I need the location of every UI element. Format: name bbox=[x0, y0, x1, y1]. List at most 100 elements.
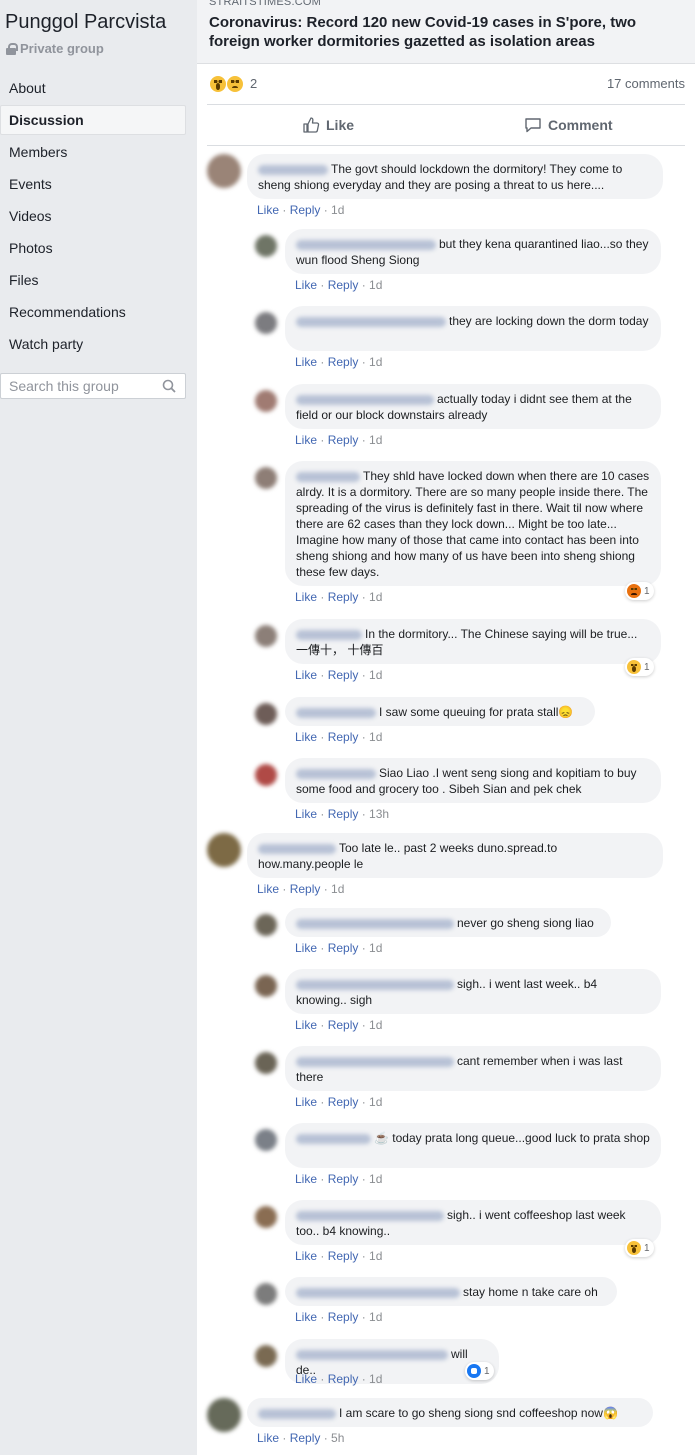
nav-videos[interactable]: Videos bbox=[0, 201, 186, 231]
commenter-name[interactable] bbox=[296, 707, 376, 718]
comment-timestamp[interactable]: 5h bbox=[331, 1431, 344, 1445]
search-icon[interactable] bbox=[162, 379, 176, 393]
commenter-name[interactable] bbox=[258, 1408, 336, 1419]
comment-timestamp[interactable]: 1d bbox=[369, 730, 382, 744]
comment-timestamp[interactable]: 1d bbox=[369, 1372, 382, 1386]
comment-timestamp[interactable]: 13h bbox=[369, 807, 389, 821]
nav-watch-party[interactable]: Watch party bbox=[0, 329, 186, 359]
commenter-name[interactable] bbox=[296, 918, 454, 929]
comment-timestamp[interactable]: 1d bbox=[369, 433, 382, 447]
comment-reply-link[interactable]: Reply bbox=[328, 1310, 359, 1324]
commenter-name[interactable] bbox=[296, 1349, 448, 1360]
comment-reply-link[interactable]: Reply bbox=[328, 433, 359, 447]
nav-events[interactable]: Events bbox=[0, 169, 186, 199]
comment-like-link[interactable]: Like bbox=[295, 1249, 317, 1263]
avatar[interactable] bbox=[255, 235, 277, 257]
comment-like-link[interactable]: Like bbox=[295, 1310, 317, 1324]
nav-files[interactable]: Files bbox=[0, 265, 186, 295]
comment-reaction-pill[interactable]: 1 bbox=[625, 658, 654, 676]
nav-discussion[interactable]: Discussion bbox=[0, 105, 186, 135]
comment-reply-link[interactable]: Reply bbox=[328, 668, 359, 682]
comment-reply-link[interactable]: Reply bbox=[328, 278, 359, 292]
reaction-count[interactable]: 2 bbox=[250, 76, 257, 91]
comment-reaction-pill[interactable]: 1 bbox=[625, 1239, 654, 1257]
comment-reply-link[interactable]: Reply bbox=[290, 203, 321, 217]
comment-reply-link[interactable]: Reply bbox=[328, 1372, 359, 1386]
comment-reply-link[interactable]: Reply bbox=[328, 807, 359, 821]
comment-like-link[interactable]: Like bbox=[295, 355, 317, 369]
comment-timestamp[interactable]: 1d bbox=[369, 1018, 382, 1032]
commenter-name[interactable] bbox=[258, 843, 336, 854]
comment-timestamp[interactable]: 1d bbox=[331, 882, 344, 896]
commenter-name[interactable] bbox=[296, 471, 360, 482]
comment-timestamp[interactable]: 1d bbox=[369, 1249, 382, 1263]
comment-timestamp[interactable]: 1d bbox=[369, 590, 382, 604]
comment-like-link[interactable]: Like bbox=[295, 278, 317, 292]
commenter-name[interactable] bbox=[296, 1210, 444, 1221]
link-headline[interactable]: Coronavirus: Record 120 new Covid-19 cas… bbox=[209, 13, 689, 51]
group-search-input[interactable]: Search this group bbox=[0, 373, 186, 399]
comment-reply-link[interactable]: Reply bbox=[328, 355, 359, 369]
commenter-name[interactable] bbox=[296, 1133, 371, 1144]
like-button[interactable]: Like bbox=[302, 105, 354, 145]
nav-about[interactable]: About bbox=[0, 73, 186, 103]
avatar[interactable] bbox=[207, 833, 241, 867]
comment-like-link[interactable]: Like bbox=[295, 433, 317, 447]
comment-like-link[interactable]: Like bbox=[295, 668, 317, 682]
comment-like-link[interactable]: Like bbox=[295, 1172, 317, 1186]
comment-timestamp[interactable]: 1d bbox=[369, 355, 382, 369]
comment-like-link[interactable]: Like bbox=[295, 1018, 317, 1032]
comment-reply-link[interactable]: Reply bbox=[328, 730, 359, 744]
avatar[interactable] bbox=[255, 1052, 277, 1074]
comment-timestamp[interactable]: 1d bbox=[369, 1310, 382, 1324]
link-preview[interactable]: STRAITSTIMES.COM Coronavirus: Record 120… bbox=[197, 0, 695, 64]
comment-timestamp[interactable]: 1d bbox=[331, 203, 344, 217]
commenter-name[interactable] bbox=[296, 239, 436, 250]
comment-reply-link[interactable]: Reply bbox=[290, 1431, 321, 1445]
comment-reply-link[interactable]: Reply bbox=[328, 941, 359, 955]
avatar[interactable] bbox=[255, 312, 277, 334]
wow-reaction-icon[interactable] bbox=[209, 75, 227, 93]
comment-reaction-pill[interactable]: 1 bbox=[625, 582, 654, 600]
commenter-name[interactable] bbox=[296, 316, 446, 327]
comment-reply-link[interactable]: Reply bbox=[328, 1095, 359, 1109]
commenter-name[interactable] bbox=[296, 394, 434, 405]
commenter-name[interactable] bbox=[296, 629, 362, 640]
nav-members[interactable]: Members bbox=[0, 137, 186, 167]
commenter-name[interactable] bbox=[296, 1287, 460, 1298]
avatar[interactable] bbox=[255, 1283, 277, 1305]
comment-like-link[interactable]: Like bbox=[257, 882, 279, 896]
nav-recommendations[interactable]: Recommendations bbox=[0, 297, 186, 327]
avatar[interactable] bbox=[255, 703, 277, 725]
commenter-name[interactable] bbox=[296, 1056, 454, 1067]
avatar[interactable] bbox=[255, 390, 277, 412]
comment-timestamp[interactable]: 1d bbox=[369, 1095, 382, 1109]
nav-photos[interactable]: Photos bbox=[0, 233, 186, 263]
comment-timestamp[interactable]: 1d bbox=[369, 941, 382, 955]
comment-button[interactable]: Comment bbox=[524, 105, 613, 145]
group-name[interactable]: Punggol Parcvista bbox=[5, 11, 166, 34]
comment-like-link[interactable]: Like bbox=[295, 941, 317, 955]
comment-like-link[interactable]: Like bbox=[295, 730, 317, 744]
comment-like-link[interactable]: Like bbox=[295, 1095, 317, 1109]
comment-reply-link[interactable]: Reply bbox=[328, 1172, 359, 1186]
avatar[interactable] bbox=[207, 154, 241, 188]
avatar[interactable] bbox=[255, 625, 277, 647]
comment-reply-link[interactable]: Reply bbox=[290, 882, 321, 896]
avatar[interactable] bbox=[255, 467, 277, 489]
comment-timestamp[interactable]: 1d bbox=[369, 1172, 382, 1186]
avatar[interactable] bbox=[207, 1398, 241, 1432]
comment-reply-link[interactable]: Reply bbox=[328, 1249, 359, 1263]
comments-count[interactable]: 17 comments bbox=[607, 76, 685, 91]
avatar[interactable] bbox=[255, 1129, 277, 1151]
comment-reply-link[interactable]: Reply bbox=[328, 1018, 359, 1032]
avatar[interactable] bbox=[255, 914, 277, 936]
commenter-name[interactable] bbox=[296, 979, 454, 990]
avatar[interactable] bbox=[255, 975, 277, 997]
comment-like-link[interactable]: Like bbox=[257, 1431, 279, 1445]
comment-like-link[interactable]: Like bbox=[295, 590, 317, 604]
avatar[interactable] bbox=[255, 1345, 277, 1367]
commenter-name[interactable] bbox=[296, 768, 376, 779]
commenter-name[interactable] bbox=[258, 164, 328, 175]
comment-like-link[interactable]: Like bbox=[295, 807, 317, 821]
